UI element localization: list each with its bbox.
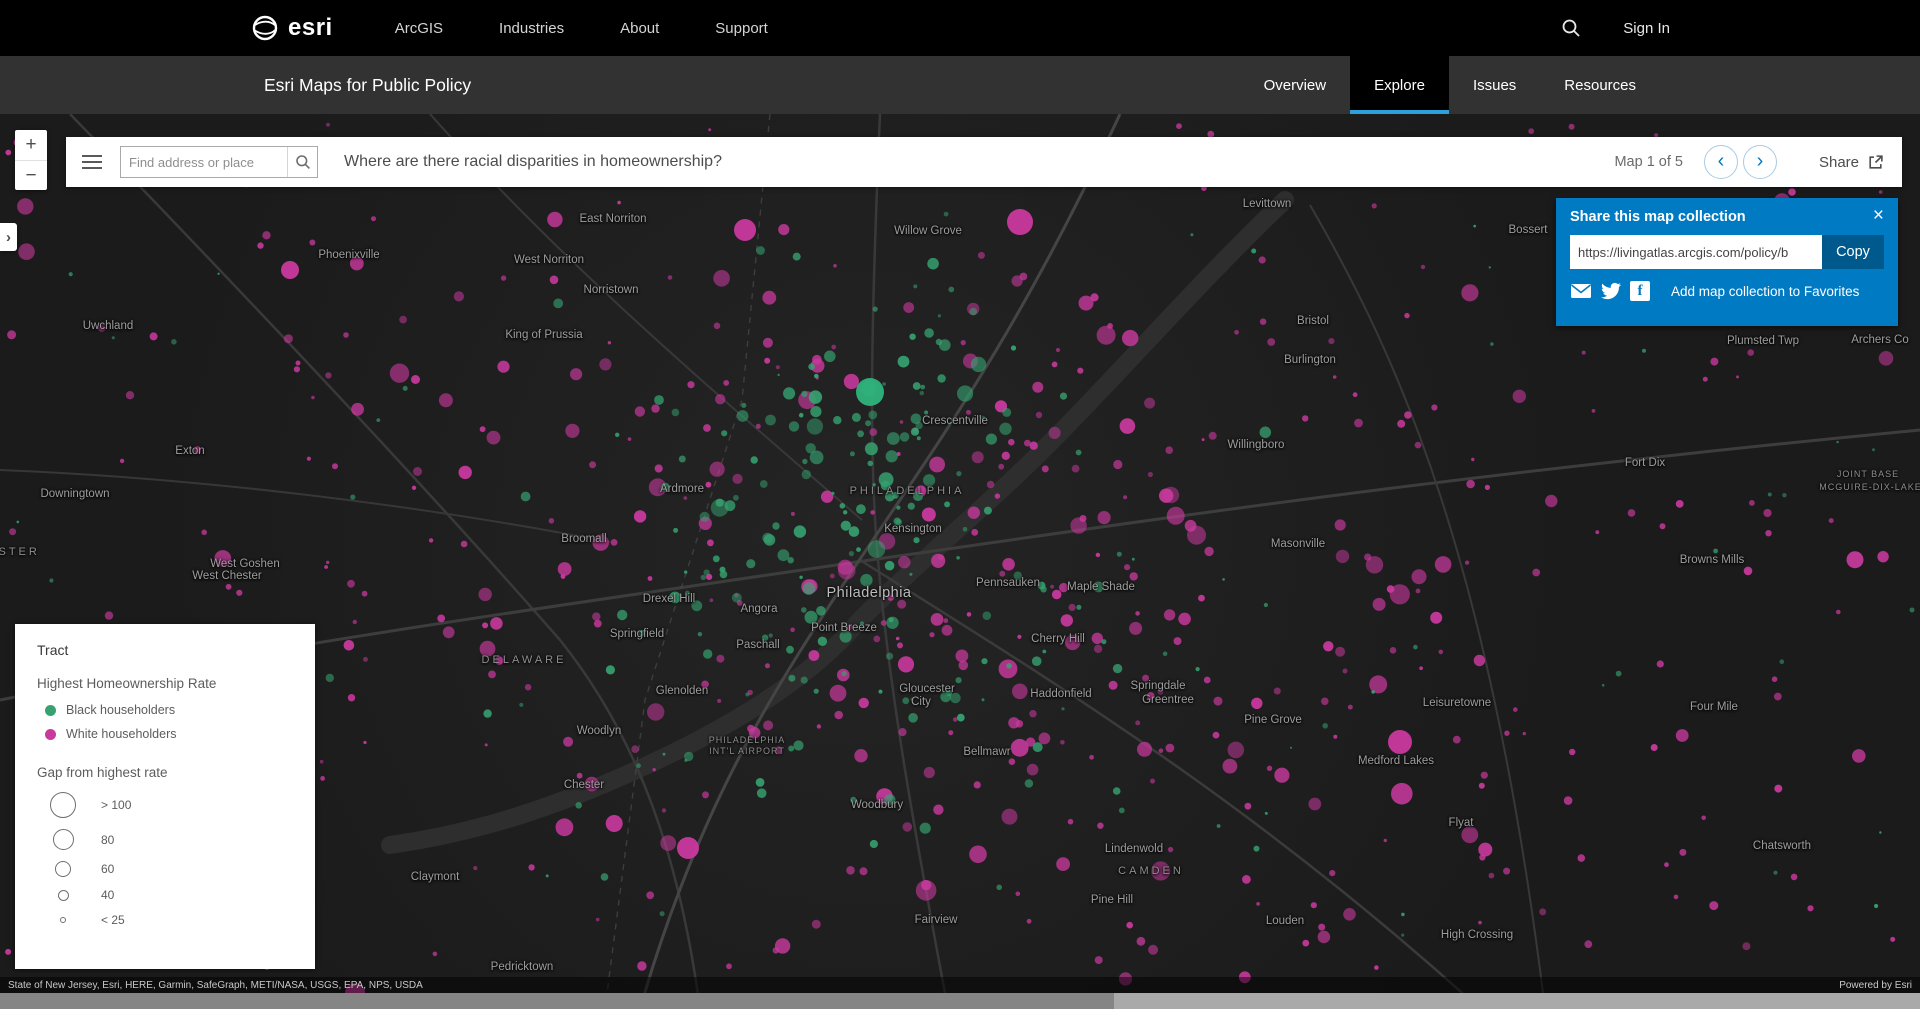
legend-item: White householders: [45, 727, 293, 741]
scrollbar-thumb[interactable]: [0, 993, 1114, 1009]
tab-resources[interactable]: Resources: [1540, 56, 1660, 114]
nav-item-arcgis[interactable]: ArcGIS: [395, 20, 443, 37]
zoom-in-button[interactable]: +: [15, 130, 47, 160]
close-icon[interactable]: ×: [1873, 206, 1884, 225]
add-to-favorites-link[interactable]: Add map collection to Favorites: [1671, 284, 1859, 299]
legend-size-section-title: Gap from highest rate: [37, 765, 168, 780]
size-circle: [50, 792, 76, 818]
menu-icon[interactable]: [82, 155, 102, 169]
nav-item-about[interactable]: About: [620, 20, 659, 37]
black-householders-swatch: [45, 704, 56, 716]
share-panel-title: Share this map collection: [1570, 209, 1746, 225]
address-search: [120, 146, 318, 178]
zoom-control: + −: [15, 130, 47, 190]
magnifier-icon: [295, 155, 310, 169]
size-circle: [55, 861, 71, 877]
next-map-button[interactable]: ›: [1742, 145, 1777, 179]
attribution-sources: State of New Jersey, Esri, HERE, Garmin,…: [8, 979, 423, 991]
tab-overview[interactable]: Overview: [1240, 56, 1351, 114]
map-attribution: State of New Jersey, Esri, HERE, Garmin,…: [0, 977, 1920, 993]
legend-item: Black householders: [45, 703, 293, 717]
white-householders-swatch: [45, 728, 56, 740]
share-button[interactable]: Share: [1819, 154, 1859, 171]
tab-issues[interactable]: Issues: [1449, 56, 1540, 114]
address-search-button[interactable]: [287, 147, 317, 177]
copy-button[interactable]: Copy: [1822, 235, 1884, 269]
nav-item-support[interactable]: Support: [715, 20, 768, 37]
page: Phoenixville East Norriton Willow Grove Lev…: [0, 0, 1920, 1009]
tab-explore[interactable]: Explore: [1350, 56, 1449, 114]
map-toolbar: Where are there racial disparities in ho…: [66, 137, 1902, 187]
map-question-title: Where are there racial disparities in ho…: [344, 153, 722, 170]
twitter-share-icon[interactable]: [1601, 281, 1621, 301]
site-title[interactable]: Esri Maps for Public Policy: [264, 75, 471, 96]
zoom-out-button[interactable]: −: [15, 160, 47, 190]
esri-logo[interactable]: esri: [250, 13, 333, 43]
legend-layer-title: Tract: [37, 642, 69, 658]
legend-panel: Tract Highest Homeownership Rate Black h…: [15, 624, 315, 969]
size-circle: [57, 889, 69, 901]
site-tabs: Overview Explore Issues Resources: [1240, 56, 1660, 114]
powered-by-esri: Powered by Esri: [1839, 979, 1912, 991]
map-counter: Map 1 of 5: [1614, 154, 1683, 170]
site-subheader: Esri Maps for Public Policy Overview Exp…: [0, 56, 1920, 114]
global-header: esri ArcGIS Industries About Support Sig…: [0, 0, 1920, 56]
logo-text: esri: [288, 14, 333, 41]
legend-section-title: Highest Homeownership Rate: [37, 676, 217, 691]
legend-size-row: 80: [37, 829, 293, 850]
global-nav: ArcGIS Industries About Support: [395, 20, 768, 37]
share-url-field[interactable]: [1570, 235, 1822, 269]
sign-in-link[interactable]: Sign In: [1623, 20, 1670, 37]
nav-item-industries[interactable]: Industries: [499, 20, 564, 37]
esri-globe-icon: [252, 15, 278, 41]
previous-map-button[interactable]: ‹: [1703, 145, 1738, 179]
share-panel: Share this map collection × Copy f Add m…: [1556, 198, 1898, 326]
email-share-icon[interactable]: [1570, 283, 1592, 299]
panel-expander[interactable]: ›: [0, 223, 17, 251]
address-search-input[interactable]: [121, 154, 287, 170]
legend-size-row: > 100: [37, 792, 293, 818]
horizontal-scrollbar[interactable]: [0, 993, 1920, 1009]
facebook-share-icon[interactable]: f: [1630, 281, 1650, 301]
legend-size-row: 60: [37, 861, 293, 877]
external-link-icon[interactable]: [1867, 154, 1884, 171]
legend-size-row: < 25: [37, 913, 293, 927]
search-icon[interactable]: [1561, 18, 1581, 38]
size-circle: [60, 917, 66, 923]
legend-size-row: 40: [37, 888, 293, 902]
size-circle: [52, 829, 74, 850]
